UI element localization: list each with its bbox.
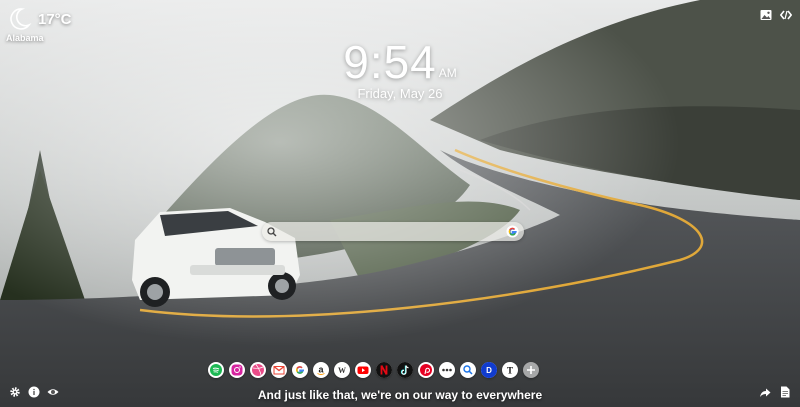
clock-ampm: AM xyxy=(438,66,457,80)
youtube-icon xyxy=(357,366,369,374)
google-icon[interactable] xyxy=(506,225,519,238)
wikipedia-shortcut[interactable]: W xyxy=(334,362,350,378)
spotify-icon xyxy=(210,364,222,376)
svg-text:W: W xyxy=(338,366,346,375)
more-icon xyxy=(442,368,452,372)
image-icon[interactable] xyxy=(760,9,772,21)
youtube-shortcut[interactable] xyxy=(355,362,371,378)
shortcut-dock: a W D T xyxy=(208,362,539,378)
amazon-shortcut[interactable]: a xyxy=(313,362,329,378)
pinterest-icon xyxy=(420,364,432,376)
search-input[interactable] xyxy=(277,226,506,237)
search-shortcut[interactable] xyxy=(460,362,476,378)
dribbble-shortcut[interactable] xyxy=(250,362,266,378)
gmail-shortcut[interactable] xyxy=(271,362,287,378)
svg-text:T: T xyxy=(507,366,513,376)
top-right-controls xyxy=(760,9,792,21)
dribbble-icon xyxy=(252,364,264,376)
svg-text:a: a xyxy=(318,365,324,375)
wikipedia-icon: W xyxy=(338,366,346,375)
document-icon[interactable] xyxy=(779,386,791,398)
netflix-icon xyxy=(376,362,392,378)
netflix-shortcut[interactable] xyxy=(376,362,392,378)
new-tab-page: 17°C Alabama 9:54 AM Friday, May 26 a W … xyxy=(0,0,800,407)
pinterest-shortcut[interactable] xyxy=(418,362,434,378)
temperature: 17°C xyxy=(38,10,72,28)
bottom-right-controls xyxy=(759,386,791,398)
code-icon[interactable] xyxy=(780,9,792,21)
google-shortcut[interactable] xyxy=(292,362,308,378)
plus-icon xyxy=(527,366,535,374)
clock-date: Friday, May 26 xyxy=(357,86,443,101)
new-york-times-shortcut[interactable]: T xyxy=(502,362,518,378)
add-shortcut-button[interactable] xyxy=(523,362,539,378)
search-bar[interactable] xyxy=(262,222,524,241)
disney-icon: D xyxy=(481,362,497,378)
new-york-times-icon: T xyxy=(507,366,513,376)
spotify-shortcut[interactable] xyxy=(208,362,224,378)
tiktok-shortcut[interactable] xyxy=(397,362,413,378)
svg-text:D: D xyxy=(486,366,492,375)
quote-text: And just like that, we're on our way to … xyxy=(257,388,543,402)
amazon-icon: a xyxy=(317,365,325,375)
magnifier-icon xyxy=(463,365,473,375)
share-icon[interactable] xyxy=(759,386,771,398)
instagram-icon xyxy=(231,364,243,376)
more-shortcut[interactable] xyxy=(439,362,455,378)
tiktok-icon xyxy=(397,362,413,378)
search-icon xyxy=(267,226,277,236)
clock-widget: 9:54 AM Friday, May 26 xyxy=(0,38,800,101)
disney-shortcut[interactable]: D xyxy=(481,362,497,378)
moon-icon xyxy=(10,8,32,30)
clock-time: 9:54 xyxy=(343,36,437,88)
instagram-shortcut[interactable] xyxy=(229,362,245,378)
google-shortcut-icon xyxy=(296,366,304,374)
gmail-icon xyxy=(273,365,285,375)
